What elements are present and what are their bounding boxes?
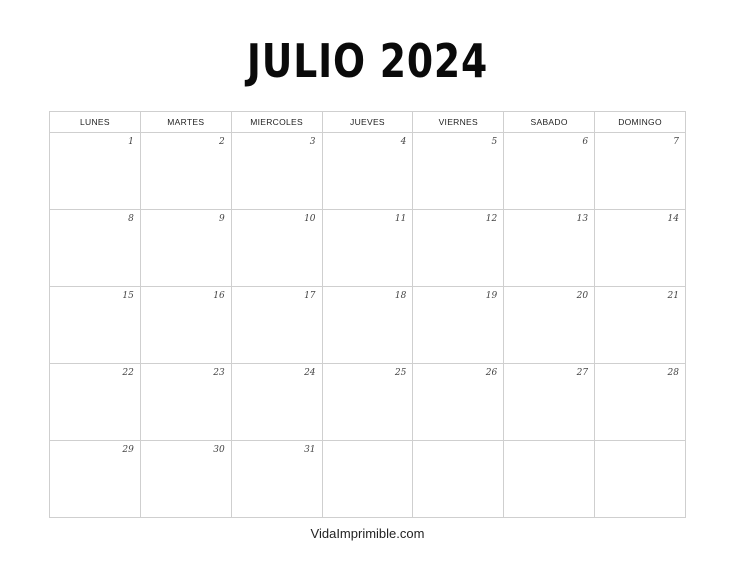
weekday-header-miercoles: MIERCOLES [230, 111, 323, 133]
day-number: 17 [304, 291, 316, 301]
day-cell: 3 [230, 132, 323, 210]
day-number: 16 [213, 291, 225, 301]
day-number [504, 441, 594, 445]
weekday-header-row: LUNES MARTES MIERCOLES JUEVES VIERNES SA… [49, 111, 686, 133]
day-number: 10 [304, 214, 316, 224]
day-cell: 6 [503, 132, 596, 210]
day-number: 20 [576, 291, 589, 301]
weekday-header-jueves: JUEVES [321, 111, 414, 133]
day-cell: 28 [594, 363, 686, 441]
weekday-header-martes: MARTES [139, 111, 232, 133]
day-cell: 23 [139, 363, 232, 441]
day-cell [594, 440, 686, 518]
footer-website: VidaImprimible.com [310, 526, 425, 541]
day-number: 21 [667, 291, 679, 301]
day-cell: 27 [503, 363, 596, 441]
day-cell: 13 [503, 209, 596, 287]
day-number: 9 [218, 214, 225, 224]
day-number [323, 441, 413, 445]
day-cell: 22 [49, 363, 141, 441]
day-number: 15 [122, 291, 134, 301]
day-cell [321, 440, 414, 518]
calendar-grid: LUNES MARTES MIERCOLES JUEVES VIERNES SA… [49, 111, 686, 518]
day-cell: 2 [139, 132, 232, 210]
weekday-header-domingo: DOMINGO [594, 111, 686, 133]
week-row: 15 16 17 18 19 20 21 [49, 286, 686, 364]
day-cell: 11 [321, 209, 414, 287]
day-cell [503, 440, 596, 518]
weekday-header-lunes: LUNES [49, 111, 141, 133]
day-cell: 29 [49, 440, 141, 518]
day-number: 25 [394, 368, 407, 378]
day-cell: 17 [230, 286, 323, 364]
day-cell: 26 [412, 363, 505, 441]
day-number: 30 [213, 445, 225, 455]
day-number [413, 441, 503, 445]
page-title: JULIO 2024 [246, 34, 489, 88]
day-cell: 5 [412, 132, 505, 210]
day-cell: 30 [139, 440, 232, 518]
day-cell: 1 [49, 132, 141, 210]
day-cell: 12 [412, 209, 505, 287]
day-number: 3 [309, 137, 316, 147]
day-cell: 14 [594, 209, 686, 287]
week-row: 1 2 3 4 5 6 7 [49, 132, 686, 210]
day-number: 29 [122, 445, 134, 455]
day-cell: 21 [594, 286, 686, 364]
day-cell: 9 [139, 209, 232, 287]
day-number: 7 [673, 137, 679, 147]
day-number: 27 [576, 368, 589, 378]
day-cell: 19 [412, 286, 505, 364]
week-row: 29 30 31 [49, 440, 686, 518]
day-number: 1 [128, 137, 134, 147]
day-number: 26 [485, 368, 498, 378]
day-cell [412, 440, 505, 518]
day-number: 18 [394, 291, 407, 301]
day-number [595, 441, 685, 445]
day-number: 11 [394, 214, 407, 224]
day-cell: 31 [230, 440, 323, 518]
day-cell: 25 [321, 363, 414, 441]
day-cell: 10 [230, 209, 323, 287]
day-number: 8 [128, 214, 134, 224]
day-cell: 24 [230, 363, 323, 441]
day-number: 24 [304, 368, 316, 378]
weekday-header-viernes: VIERNES [412, 111, 505, 133]
day-number: 22 [122, 368, 134, 378]
day-number: 23 [213, 368, 225, 378]
day-number: 19 [485, 291, 498, 301]
day-cell: 8 [49, 209, 141, 287]
week-row: 8 9 10 11 12 13 14 [49, 209, 686, 287]
day-cell: 7 [594, 132, 686, 210]
day-cell: 4 [321, 132, 414, 210]
day-number: 4 [400, 137, 407, 147]
day-number: 12 [485, 214, 498, 224]
day-number: 6 [582, 137, 589, 147]
day-number: 31 [304, 445, 316, 455]
day-cell: 15 [49, 286, 141, 364]
week-row: 22 23 24 25 26 27 28 [49, 363, 686, 441]
day-number: 2 [218, 137, 225, 147]
day-cell: 18 [321, 286, 414, 364]
day-number: 13 [576, 214, 589, 224]
day-cell: 20 [503, 286, 596, 364]
day-number: 28 [667, 368, 679, 378]
day-number: 14 [667, 214, 679, 224]
day-number: 5 [491, 137, 498, 147]
weekday-header-sabado: SABADO [503, 111, 596, 133]
day-cell: 16 [139, 286, 232, 364]
